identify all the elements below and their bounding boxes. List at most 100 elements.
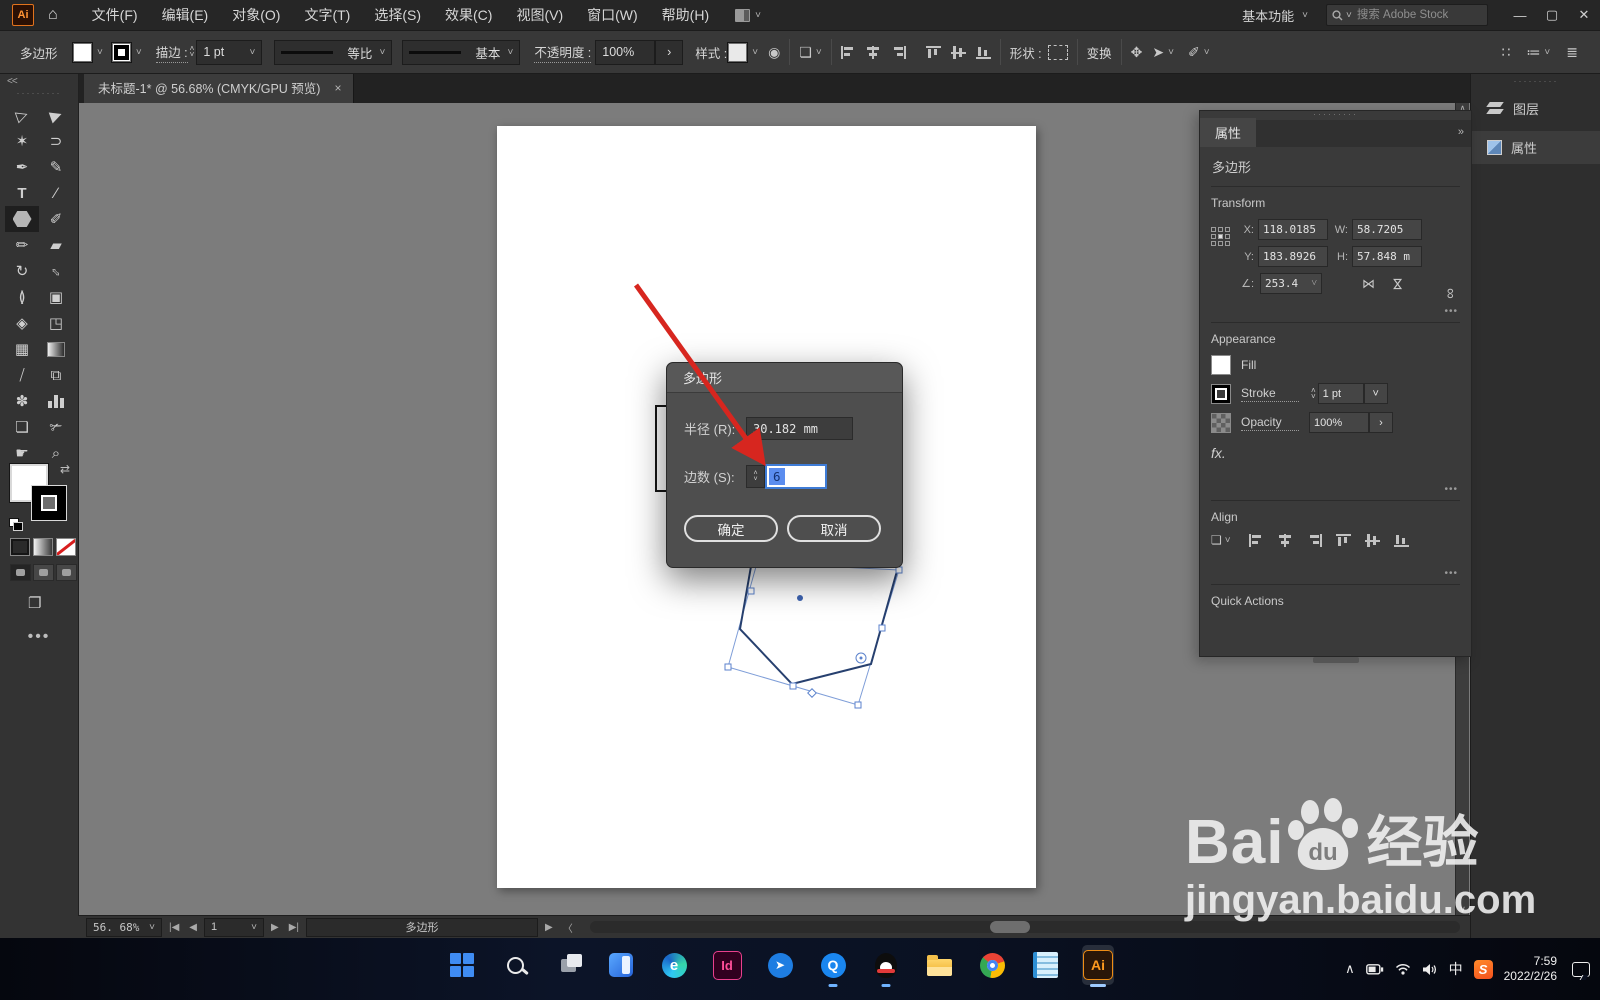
zoom-level-select[interactable]: 56. 68% ˅ [86,917,162,937]
menu-view[interactable]: 视图(V) [516,5,563,25]
stock-search-box[interactable]: ˅ [1326,4,1488,26]
sides-stepper[interactable]: ˄ ˅ [746,465,765,488]
document-tab[interactable]: 未标题-1* @ 56.68% (CMYK/GPU 预览) × [84,72,355,103]
effects-button[interactable]: fx. [1211,445,1226,461]
h-field[interactable]: 57.848 m [1352,246,1422,267]
collapse-panel-icon[interactable]: » [1458,126,1464,138]
opacity-slider-button[interactable]: › [1369,412,1393,433]
notification-center-icon[interactable] [1572,961,1590,977]
default-fill-stroke-icon[interactable] [9,518,23,531]
appearance-more-options[interactable]: ••• [1444,484,1458,495]
align-middle-icon[interactable] [950,45,966,59]
volume-icon[interactable] [1422,963,1438,976]
screen-mode-button[interactable]: ❐ [28,594,41,612]
transform-more-options[interactable]: ••• [1444,306,1458,317]
paintbrush-tool[interactable]: ✐ [39,206,73,232]
widgets-button[interactable] [605,945,637,985]
align-to-selector[interactable]: ❏ ˅ [1211,533,1231,547]
rotation-field[interactable]: 253.4 ˅ [1260,273,1322,294]
shape-widget-icon[interactable] [1047,44,1068,60]
scale-tool[interactable]: ⇔ [39,258,73,284]
selection-handles[interactable] [724,566,903,709]
flip-horizontal-icon[interactable]: ⋈ [1362,276,1375,292]
magic-wand-tool[interactable]: ✶ [5,128,39,154]
menu-select[interactable]: 选择(S) [374,5,421,25]
line-segment-tool[interactable]: ∕ [39,180,73,206]
draw-behind-button[interactable] [33,564,54,581]
align-right-icon[interactable] [891,45,906,59]
stroke-link[interactable]: Stroke [1241,386,1299,402]
select-similar-button[interactable]: ➤ ˅ [1152,44,1174,61]
selection-tool[interactable]: ▷ [5,102,39,128]
style-picker[interactable]: ˅ [727,41,758,63]
curvature-tool[interactable]: ✎ [39,154,73,180]
stroke-proxy[interactable] [32,486,66,520]
artboard-number-select[interactable]: 1 ˅ [204,917,264,937]
artboard-tool[interactable]: ❏ [5,414,39,440]
panel-resize-handle[interactable] [1312,657,1359,663]
align-right-icon[interactable] [1307,533,1322,547]
maximize-button[interactable]: ▢ [1536,0,1568,30]
next-artboard-icon[interactable]: ▶ [268,922,282,933]
swap-fill-stroke-icon[interactable]: ⇄ [60,462,70,476]
y-field[interactable]: 183.8926 [1258,246,1328,267]
menu-edit[interactable]: 编辑(E) [162,5,209,25]
stroke-weight-stepper[interactable]: ˄ ˅ [1311,386,1316,400]
opacity-field[interactable]: 100% [1309,412,1369,433]
status-play-icon[interactable]: ▶ [542,922,556,933]
scroll-down-icon[interactable]: ∨ [1459,904,1466,915]
align-middle-icon[interactable] [1364,533,1380,547]
draw-normal-button[interactable] [10,564,31,581]
align-bottom-icon[interactable] [1393,534,1409,547]
reference-point-selector[interactable] [1211,227,1230,294]
menu-object[interactable]: 对象(O) [232,5,280,25]
transform-button[interactable]: 变换 [1087,43,1112,62]
app-logo-icon[interactable]: Ai [12,4,34,26]
stroke-swatch[interactable] [1211,383,1231,404]
tray-overflow-icon[interactable]: ∧ [1345,961,1355,977]
messenger-button[interactable]: ➤ [764,945,796,985]
workspace-switcher[interactable]: 基本功能 ˅ [1242,6,1308,25]
scroll-left-icon[interactable]: 〈 [560,920,576,935]
stroke-weight-field[interactable]: 1 pt ˅ [196,39,263,65]
width-profile-select[interactable]: 等比 ˅ [274,39,393,65]
menu-file[interactable]: 文件(F) [92,5,138,25]
color-mode-button[interactable] [10,538,30,556]
grid-options-icon[interactable]: ∷ [1502,44,1511,61]
panel-menu-icon[interactable]: ≣ [1566,44,1578,61]
fill-color-picker[interactable]: ˅ [72,41,103,63]
sogou-icon[interactable]: S [1473,959,1493,979]
horizontal-scroll-handle[interactable] [990,921,1031,933]
align-left-icon[interactable] [840,45,856,59]
flip-vertical-icon[interactable]: ⋈ [1390,277,1406,290]
close-button[interactable]: ✕ [1568,0,1600,30]
menu-type[interactable]: 文字(T) [304,5,350,25]
brush-select[interactable]: 基本 ˅ [402,39,521,65]
qq-button[interactable] [870,945,902,985]
align-left-icon[interactable] [1248,533,1264,547]
shaper-tool[interactable]: ✏ [5,232,39,258]
start-button[interactable] [446,945,478,985]
free-transform-tool[interactable]: ▣ [39,284,73,310]
status-tool-display[interactable]: 多边形 [306,917,538,937]
draw-inside-button[interactable] [56,564,77,581]
eyedropper-tool[interactable]: ⧸ [5,362,39,388]
clock[interactable]: 7:59 2022/2/26 [1504,954,1557,984]
home-icon[interactable]: ⌂ [48,6,58,24]
horizontal-scrollbar[interactable] [589,921,1460,933]
slice-tool[interactable]: ✃ [39,414,73,440]
taskbar-search-button[interactable] [499,945,531,985]
shape-builder-tool[interactable]: ◈ [5,310,39,336]
file-explorer-button[interactable] [923,945,955,985]
notes-button[interactable] [1029,945,1061,985]
rotate-tool[interactable]: ↻ [5,258,39,284]
stroke-color-picker[interactable]: ˅ [110,41,142,63]
document-setup-button[interactable]: ❏ ˅ [799,44,821,61]
none-mode-button[interactable] [56,538,76,556]
ok-button[interactable]: 确定 [684,515,778,542]
gradient-mode-button[interactable] [33,538,53,556]
lasso-tool[interactable]: ⊃ [39,128,73,154]
previous-artboard-icon[interactable]: ◀ [186,922,200,933]
menu-window[interactable]: 窗口(W) [587,5,638,25]
type-tool[interactable]: T [5,180,39,206]
